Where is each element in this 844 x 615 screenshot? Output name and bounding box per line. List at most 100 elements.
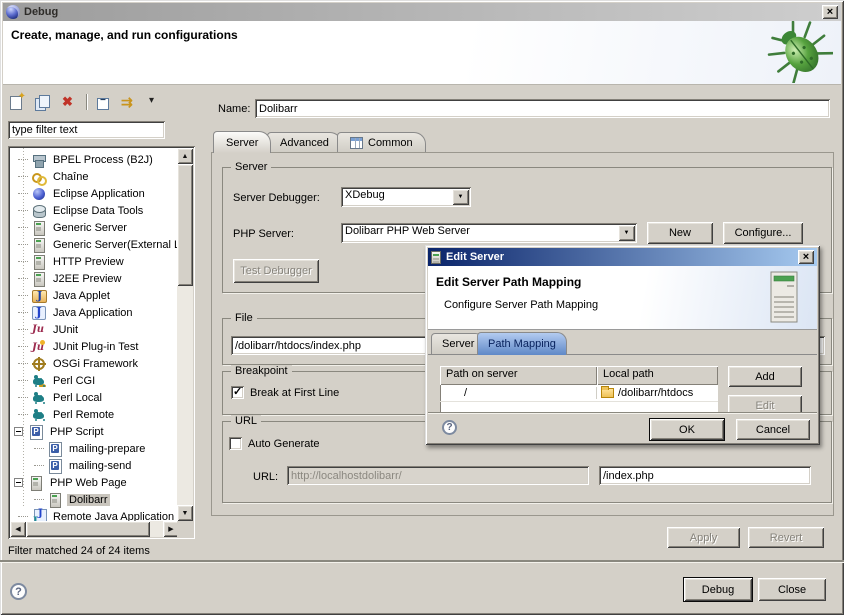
tree-connector bbox=[18, 278, 28, 279]
configure-button-label: Configure... bbox=[735, 227, 792, 239]
tree-item[interactable]: Java Application bbox=[10, 304, 177, 321]
tree-item[interactable]: OSGi Framework bbox=[10, 355, 177, 372]
dialog-body: Path on server Local path //dolibarr/htd… bbox=[428, 354, 817, 412]
add-mapping-button[interactable]: Add bbox=[728, 366, 802, 387]
tree-connector bbox=[18, 244, 28, 245]
tree-connector bbox=[18, 227, 28, 228]
tree-item-label: Perl CGI bbox=[51, 375, 97, 387]
scroll-down-icon[interactable]: ▼ bbox=[177, 505, 193, 521]
apply-button[interactable]: Apply bbox=[667, 527, 740, 548]
new-configuration-icon[interactable] bbox=[8, 94, 26, 110]
close-button[interactable]: Close bbox=[758, 578, 826, 601]
tab-server[interactable]: Server bbox=[213, 131, 271, 153]
vertical-scroll-thumb[interactable] bbox=[177, 164, 193, 286]
tree-item-label: Java Applet bbox=[51, 290, 112, 302]
server-icon bbox=[31, 254, 47, 270]
tree-item[interactable]: Perl Remote bbox=[10, 406, 177, 423]
junit-plugin-icon bbox=[31, 339, 47, 355]
tab-advanced[interactable]: Advanced bbox=[267, 132, 342, 153]
tree-item[interactable]: PHP Script bbox=[10, 423, 177, 440]
delete-icon[interactable] bbox=[60, 94, 78, 110]
menu-dropdown-icon[interactable] bbox=[147, 94, 165, 110]
ok-button[interactable]: OK bbox=[650, 419, 724, 440]
tree-item-label: Perl Remote bbox=[51, 409, 116, 421]
tree-item-label: JUnit Plug-in Test bbox=[51, 341, 140, 353]
tree-connector bbox=[18, 346, 28, 347]
cancel-button[interactable]: Cancel bbox=[736, 419, 810, 440]
toolbar-separator bbox=[86, 94, 87, 110]
dialog-help-icon[interactable]: ? bbox=[442, 420, 457, 435]
filter-icon[interactable] bbox=[121, 94, 139, 110]
server-icon bbox=[31, 220, 47, 236]
test-debugger-button[interactable]: Test Debugger bbox=[233, 259, 319, 283]
tree-horizontal-scrollbar[interactable]: ◀ ▶ bbox=[10, 521, 179, 537]
dialog-titlebar: Edit Server × bbox=[428, 248, 817, 266]
debug-button[interactable]: Debug bbox=[684, 578, 752, 601]
url-path-input[interactable] bbox=[599, 466, 811, 485]
osgi-icon bbox=[31, 356, 47, 372]
path-mapping-row[interactable]: / /dolibarr/htdocs bbox=[440, 385, 718, 402]
dialog-close-icon[interactable]: × bbox=[798, 250, 814, 264]
tree-item[interactable]: mailing-prepare bbox=[10, 440, 177, 457]
tree-item[interactable]: JUnit Plug-in Test bbox=[10, 338, 177, 355]
close-button-label: Close bbox=[778, 584, 806, 596]
scrollbar-corner bbox=[177, 521, 193, 537]
tree-item[interactable]: Chaîne bbox=[10, 168, 177, 185]
dropdown-arrow-icon[interactable]: ▼ bbox=[618, 225, 635, 241]
rjava-icon bbox=[31, 509, 47, 522]
name-input[interactable] bbox=[255, 99, 830, 118]
dialog-bottom-bar: ? OK Cancel bbox=[428, 412, 817, 442]
server-debugger-select[interactable]: XDebug ▼ bbox=[341, 187, 471, 207]
file-group-legend: File bbox=[231, 312, 257, 324]
tree-item[interactable]: Java Applet bbox=[10, 287, 177, 304]
filter-input[interactable] bbox=[8, 121, 165, 139]
tree-item[interactable]: BPEL Process (B2J) bbox=[10, 151, 177, 168]
tree-item[interactable]: Dolibarr bbox=[10, 491, 177, 508]
tree-connector bbox=[34, 448, 44, 449]
perl-cgi-icon bbox=[31, 373, 47, 389]
column-local-path: Local path bbox=[597, 366, 718, 385]
duplicate-icon[interactable] bbox=[34, 94, 52, 110]
new-server-button-label: New bbox=[669, 227, 691, 239]
tab-common[interactable]: Common bbox=[337, 132, 426, 153]
help-icon[interactable]: ? bbox=[10, 583, 27, 600]
php-icon bbox=[47, 458, 63, 474]
php-server-select[interactable]: Dolibarr PHP Web Server ▼ bbox=[341, 223, 637, 243]
tree-item[interactable]: mailing-send bbox=[10, 457, 177, 474]
tree-item[interactable]: Remote Java Application bbox=[10, 508, 177, 521]
window-close-icon[interactable]: × bbox=[822, 5, 838, 19]
tree-item[interactable]: Perl Local bbox=[10, 389, 177, 406]
revert-button[interactable]: Revert bbox=[748, 527, 824, 548]
path-on-server-cell: / bbox=[440, 387, 597, 399]
tree-item[interactable]: J2EE Preview bbox=[10, 270, 177, 287]
tree-item[interactable]: Eclipse Application bbox=[10, 185, 177, 202]
tree-vertical-scrollbar[interactable]: ▲ ▼ bbox=[177, 148, 193, 521]
tree-item[interactable]: Perl CGI bbox=[10, 372, 177, 389]
tab-server-label: Server bbox=[226, 137, 258, 149]
scroll-left-icon[interactable]: ◀ bbox=[10, 521, 26, 537]
auto-generate-checkbox[interactable] bbox=[229, 437, 242, 450]
dialog-header: Edit Server Path Mapping Configure Serve… bbox=[428, 266, 817, 330]
tree-item[interactable]: Eclipse Data Tools bbox=[10, 202, 177, 219]
dialog-tab-server-label: Server bbox=[442, 338, 474, 350]
tree-item[interactable]: PHP Web Page bbox=[10, 474, 177, 491]
dropdown-arrow-icon[interactable]: ▼ bbox=[452, 189, 469, 205]
dialog-tab-path-mapping[interactable]: Path Mapping bbox=[477, 332, 567, 355]
tree-item[interactable]: Generic Server bbox=[10, 219, 177, 236]
horizontal-scroll-thumb[interactable] bbox=[26, 521, 150, 537]
break-first-line-checkbox[interactable] bbox=[231, 386, 244, 399]
collapse-expander-icon[interactable] bbox=[14, 427, 23, 436]
window-title: Debug bbox=[24, 6, 58, 18]
perl-icon bbox=[31, 407, 47, 423]
tree-item[interactable]: JUnit bbox=[10, 321, 177, 338]
collapse-all-icon[interactable] bbox=[95, 94, 113, 110]
local-path-text: /dolibarr/htdocs bbox=[618, 387, 693, 399]
php-server-value: Dolibarr PHP Web Server bbox=[341, 223, 616, 243]
scroll-up-icon[interactable]: ▲ bbox=[177, 148, 193, 164]
new-server-button[interactable]: New bbox=[647, 222, 713, 244]
tree-item[interactable]: HTTP Preview bbox=[10, 253, 177, 270]
add-button-label: Add bbox=[755, 371, 775, 383]
collapse-expander-icon[interactable] bbox=[14, 478, 23, 487]
tree-item[interactable]: Generic Server(External La bbox=[10, 236, 177, 253]
configure-button[interactable]: Configure... bbox=[723, 222, 803, 244]
